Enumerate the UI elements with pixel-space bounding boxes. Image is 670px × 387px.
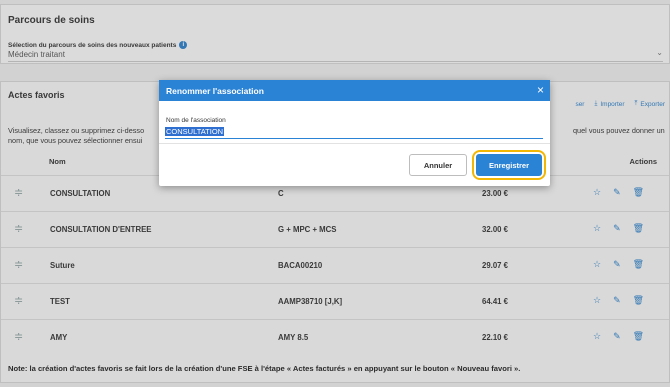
modal-backdrop[interactable] bbox=[0, 0, 670, 387]
close-icon[interactable]: × bbox=[537, 83, 544, 97]
field-label: Nom de l'association bbox=[166, 117, 226, 124]
dialog-divider bbox=[159, 143, 550, 144]
cancel-button[interactable]: Annuler bbox=[409, 154, 467, 176]
association-name-input[interactable]: CONSULTATION bbox=[165, 127, 543, 139]
dialog-header: Renommer l'association × bbox=[159, 80, 550, 101]
association-name-value: CONSULTATION bbox=[165, 127, 225, 136]
dialog-title: Renommer l'association bbox=[166, 86, 264, 96]
save-button[interactable]: Enregistrer bbox=[476, 154, 542, 176]
rename-dialog: Renommer l'association × Nom de l'associ… bbox=[159, 80, 550, 186]
